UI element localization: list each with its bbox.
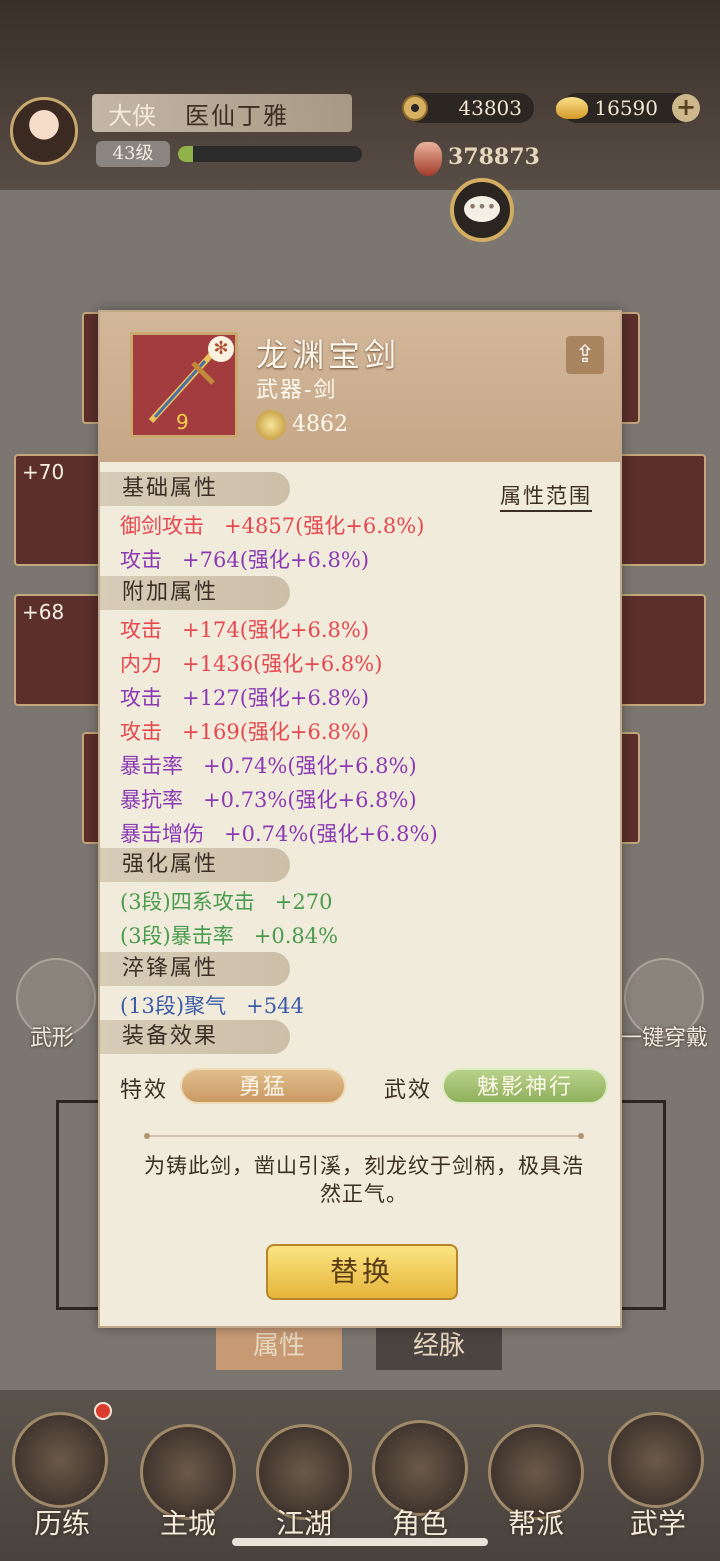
nav-guild[interactable]: 帮派 xyxy=(486,1502,586,1542)
exp-fill xyxy=(178,146,193,162)
add-gold-button[interactable]: + xyxy=(672,94,700,122)
gold-ingot-icon xyxy=(556,97,588,119)
wuxing-label: 武形 xyxy=(30,1026,75,1051)
player-name: 医仙丁雅 xyxy=(185,102,289,130)
attr-row: 攻击 +127(强化+6.8%) xyxy=(120,686,370,710)
attr-row: 暴击增伤 +0.74%(强化+6.8%) xyxy=(120,822,438,846)
nav-training[interactable]: 历练 xyxy=(12,1502,112,1542)
attr-row: 攻击 +169(强化+6.8%) xyxy=(120,720,370,744)
chat-bubble-icon: ••• xyxy=(464,196,500,222)
gold-amount: 16590 xyxy=(594,96,658,120)
nav-martial-arts[interactable]: 武学 xyxy=(608,1502,708,1542)
section-enhance-attributes: 强化属性 xyxy=(100,848,290,882)
section-equip-effects: 装备效果 xyxy=(100,1020,290,1054)
tab-attributes[interactable]: 属性 xyxy=(216,1322,342,1370)
attr-row: 攻击 +174(强化+6.8%) xyxy=(120,618,370,642)
chat-button[interactable]: ••• xyxy=(450,178,514,242)
flower-icon: ✻ xyxy=(208,336,234,362)
combat-power-icon xyxy=(414,142,442,176)
attr-row: (3段)四系攻击 +270 xyxy=(120,890,333,914)
combat-power: 378873 xyxy=(448,144,540,170)
nav-training-icon[interactable] xyxy=(12,1412,108,1508)
slot-level-label: +68 xyxy=(22,600,65,624)
equip-slot-left-1[interactable]: +70 xyxy=(14,454,104,566)
coin-icon xyxy=(402,95,428,121)
item-name: 龙渊宝剑 xyxy=(256,336,401,374)
panel-frame-left xyxy=(56,1100,100,1310)
equip-all-label: 一键穿戴 xyxy=(620,1026,709,1051)
item-type: 武器-剑 xyxy=(256,378,338,403)
panel-frame-right xyxy=(622,1100,666,1310)
attr-row: (13段)聚气 +544 xyxy=(120,994,304,1018)
divider-dot xyxy=(578,1133,584,1139)
tab-meridians[interactable]: 经脉 xyxy=(376,1322,502,1370)
player-avatar[interactable] xyxy=(10,97,78,165)
special-effect-pill[interactable]: 勇猛 xyxy=(180,1068,346,1104)
divider xyxy=(148,1135,580,1137)
share-button[interactable]: ⇪ xyxy=(566,336,604,374)
section-extra-attributes: 附加属性 xyxy=(100,576,290,610)
nav-character[interactable]: 角色 xyxy=(370,1502,470,1542)
attr-row: 暴击率 +0.74%(强化+6.8%) xyxy=(120,754,417,778)
home-indicator xyxy=(232,1538,488,1546)
attribute-range-button[interactable]: 属性范围 xyxy=(500,480,592,512)
nav-city[interactable]: 主城 xyxy=(138,1502,238,1542)
section-base-attributes: 基础属性 xyxy=(100,472,290,506)
item-description: 为铸此剑，凿山引溪，刻龙纹于剑柄，极具浩然正气。 xyxy=(144,1154,584,1206)
nav-martial-arts-icon[interactable] xyxy=(608,1412,704,1508)
equip-slot-left-2[interactable]: +68 xyxy=(14,594,104,706)
attr-row: 攻击 +764(强化+6.8%) xyxy=(120,548,370,572)
slot-level-label: +70 xyxy=(22,460,65,484)
section-temper-attributes: 淬锋属性 xyxy=(100,952,290,986)
equip-slot-right-2[interactable] xyxy=(616,594,706,706)
exp-bar xyxy=(178,146,362,162)
attr-row: 御剑攻击 +4857(强化+6.8%) xyxy=(120,514,425,538)
attr-row: (3段)暴击率 +0.84% xyxy=(120,924,339,948)
special-effect-label: 特效 xyxy=(120,1078,169,1103)
divider-dot xyxy=(144,1133,150,1139)
item-level-badge: 9 xyxy=(176,410,189,434)
attr-row: 内力 +1436(强化+6.8%) xyxy=(120,652,383,676)
attr-row: 暴抗率 +0.73%(强化+6.8%) xyxy=(120,788,417,812)
player-rank: 大侠 xyxy=(108,102,156,130)
score-icon xyxy=(256,410,286,440)
martial-effect-pill[interactable]: 魅影神行 xyxy=(442,1068,608,1104)
replace-button[interactable]: 替换 xyxy=(266,1244,458,1300)
player-level: 43级 xyxy=(96,141,170,167)
martial-effect-label: 武效 xyxy=(384,1078,433,1103)
item-score: 4862 xyxy=(292,412,348,437)
coin-amount: 43803 xyxy=(458,96,522,120)
notification-dot xyxy=(94,1402,112,1420)
equip-slot-right-1[interactable] xyxy=(616,454,706,566)
nav-jianghu[interactable]: 江湖 xyxy=(254,1502,354,1542)
